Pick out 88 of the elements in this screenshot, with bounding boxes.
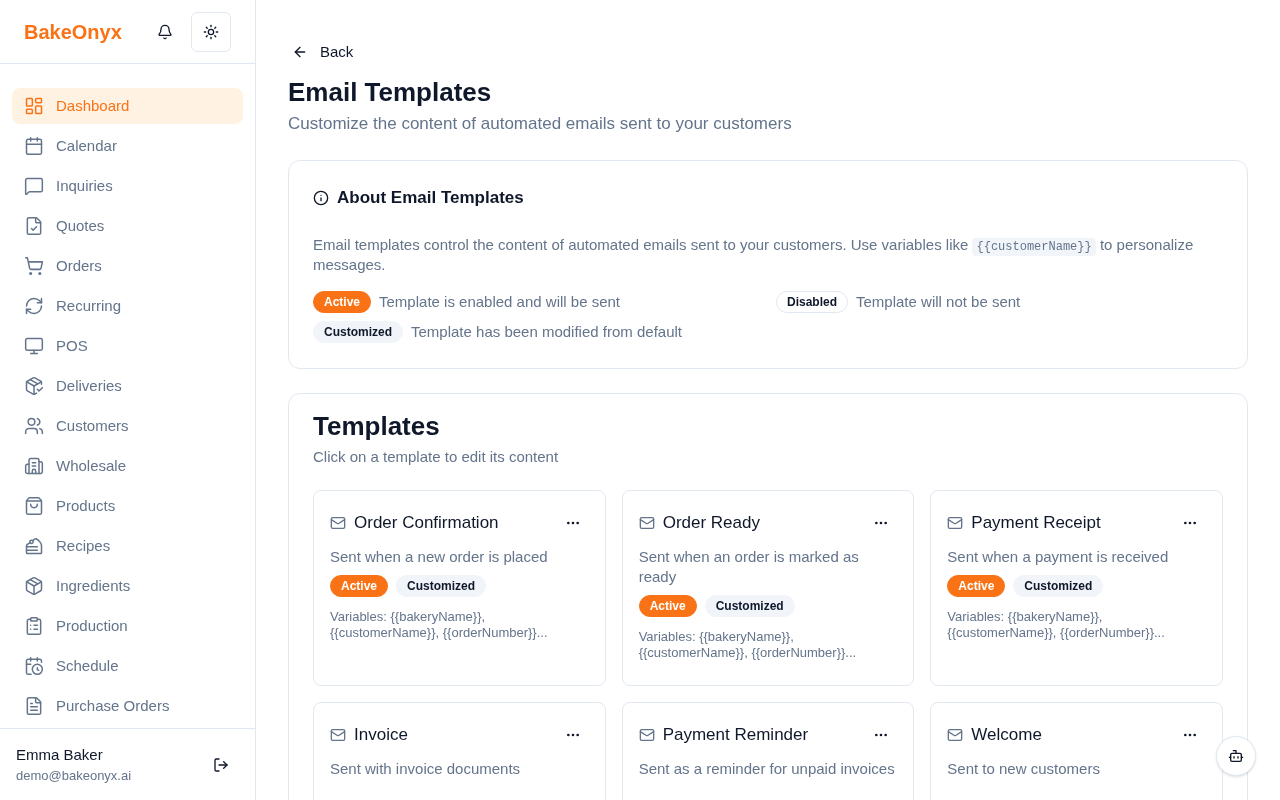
mail-icon bbox=[947, 727, 964, 743]
theme-toggle-button[interactable] bbox=[191, 11, 231, 52]
nav-item[interactable]: Customers bbox=[12, 408, 243, 444]
nav-item[interactable]: Production bbox=[12, 608, 243, 644]
mail-icon bbox=[638, 515, 655, 531]
user-email: demo@bakeonyx.ai bbox=[16, 767, 133, 785]
nav-item[interactable]: Quotes bbox=[12, 208, 243, 244]
legend-text: Template is enabled and will be sent bbox=[379, 291, 620, 312]
template-description: Sent to new customers bbox=[947, 759, 1101, 779]
status-badge: Customized bbox=[704, 595, 795, 617]
nav-item[interactable]: Wholesale bbox=[12, 448, 243, 484]
status-badge: Active bbox=[947, 575, 1006, 597]
legend-text: Template has been modified from default bbox=[411, 322, 682, 342]
template-variables: Variables: {{bakeryName}}, {{customerName}}, {{orderNumber}}... bbox=[638, 629, 858, 661]
robot-icon bbox=[1228, 748, 1244, 764]
nav-item[interactable]: Calendar bbox=[12, 128, 243, 164]
bell-icon bbox=[157, 23, 173, 40]
template-card[interactable]: Invoice Sent with invoice documents bbox=[313, 702, 606, 800]
calendar-icon bbox=[24, 136, 44, 156]
template-description: Sent as a reminder for unpaid invoices bbox=[638, 759, 896, 779]
template-name: Payment Receipt bbox=[971, 512, 1102, 535]
mail-icon bbox=[638, 727, 655, 743]
template-card[interactable]: Order Confirmation Sent when a new order is placed Active Customized Variables: {{bakeryName}}, {{customerName}}, {{orderNumber}}... bbox=[313, 490, 606, 686]
users-icon bbox=[24, 416, 44, 436]
template-description: Sent when an order is marked as ready bbox=[638, 547, 860, 587]
document-icon bbox=[24, 696, 44, 716]
template-description: Sent when a payment is received bbox=[947, 547, 1170, 567]
nav-item[interactable]: Recipes bbox=[12, 528, 243, 564]
template-variables: Variables: {{bakeryName}}, {{customerName}}, {{orderNumber}}... bbox=[330, 609, 549, 641]
logout-icon bbox=[213, 756, 229, 773]
monitor-icon bbox=[24, 336, 44, 356]
about-description: Email templates control the content of automated emails sent to your customers. Use variables like {{customerName}} to personalize messages. bbox=[313, 234, 1195, 275]
mail-icon bbox=[330, 515, 346, 531]
status-badge: Disabled bbox=[776, 290, 848, 313]
building-icon bbox=[24, 456, 44, 476]
package-icon bbox=[24, 376, 44, 396]
template-name: Payment Reminder bbox=[662, 724, 810, 747]
cake-icon bbox=[24, 536, 44, 556]
nav-item[interactable]: Schedule bbox=[12, 648, 243, 684]
user-name: Emma Baker bbox=[16, 744, 104, 765]
brand-logo: BakeOnyx bbox=[24, 19, 123, 45]
document-check-icon bbox=[24, 216, 44, 236]
info-icon bbox=[313, 189, 329, 206]
status-badge: Active bbox=[638, 595, 697, 617]
status-badge: Customized bbox=[1013, 575, 1104, 597]
back-button[interactable]: Back bbox=[288, 36, 358, 68]
nav-item[interactable]: Orders bbox=[12, 248, 243, 284]
nav-item[interactable]: Deliveries bbox=[12, 368, 243, 404]
bag-icon bbox=[24, 496, 44, 516]
nav-item[interactable]: Purchase Orders bbox=[12, 688, 243, 724]
dashboard-icon bbox=[24, 96, 44, 116]
template-variables: Variables: {{bakeryName}}, {{customerName}}, {{orderNumber}}... bbox=[947, 609, 1166, 641]
arrow-left-icon bbox=[292, 44, 308, 60]
status-badge: Active bbox=[330, 575, 389, 597]
chat-icon bbox=[24, 176, 44, 196]
status-badge: Customized bbox=[313, 321, 403, 344]
template-card[interactable]: Payment Receipt Sent when a payment is received Active Customized Variables: {{bakeryName}}, {{customerName}}, {{orderNumber}}... bbox=[930, 490, 1223, 686]
section-title: Templates bbox=[313, 409, 441, 442]
refresh-icon bbox=[24, 296, 44, 316]
status-badge: Customized bbox=[396, 575, 487, 597]
clipboard-icon bbox=[24, 616, 44, 636]
sun-icon bbox=[203, 23, 219, 40]
status-badge: Active bbox=[313, 290, 372, 313]
assistant-button[interactable] bbox=[1216, 736, 1256, 776]
nav-item[interactable]: Inquiries bbox=[12, 168, 243, 204]
nav-item[interactable]: Products bbox=[12, 488, 243, 524]
nav-item[interactable]: Ingredients bbox=[12, 568, 243, 604]
calendar-clock-icon bbox=[24, 656, 44, 676]
nav-item[interactable]: POS bbox=[12, 328, 243, 364]
template-name: Order Confirmation bbox=[354, 512, 500, 535]
box-icon bbox=[24, 576, 44, 596]
template-card[interactable]: Payment Reminder Sent as a reminder for unpaid invoices bbox=[621, 702, 915, 800]
legend-text: Template will not be sent bbox=[856, 291, 1021, 312]
cart-icon bbox=[24, 256, 44, 276]
card-title: About Email Templates bbox=[337, 187, 524, 209]
nav-item[interactable]: Dashboard bbox=[12, 88, 243, 124]
template-name: Welcome bbox=[971, 724, 1043, 747]
template-name: Invoice bbox=[354, 724, 409, 747]
nav-item[interactable]: Recurring bbox=[12, 288, 243, 324]
page-subtitle: Customize the content of automated emails sent to your customers bbox=[288, 113, 793, 135]
template-description: Sent when a new order is placed bbox=[330, 547, 549, 567]
mail-icon bbox=[947, 515, 964, 531]
section-subtitle: Click on a template to edit its content bbox=[313, 446, 560, 467]
mail-icon bbox=[330, 727, 346, 743]
page-title: Email Templates bbox=[288, 76, 493, 108]
template-description: Sent with invoice documents bbox=[330, 759, 522, 779]
template-card[interactable]: Order Ready Sent when an order is marked as ready Active Customized Variables: {{bakeryName}}, {{customerName}}, {{orderNumber}}... bbox=[621, 490, 915, 686]
template-name: Order Ready bbox=[662, 512, 761, 535]
